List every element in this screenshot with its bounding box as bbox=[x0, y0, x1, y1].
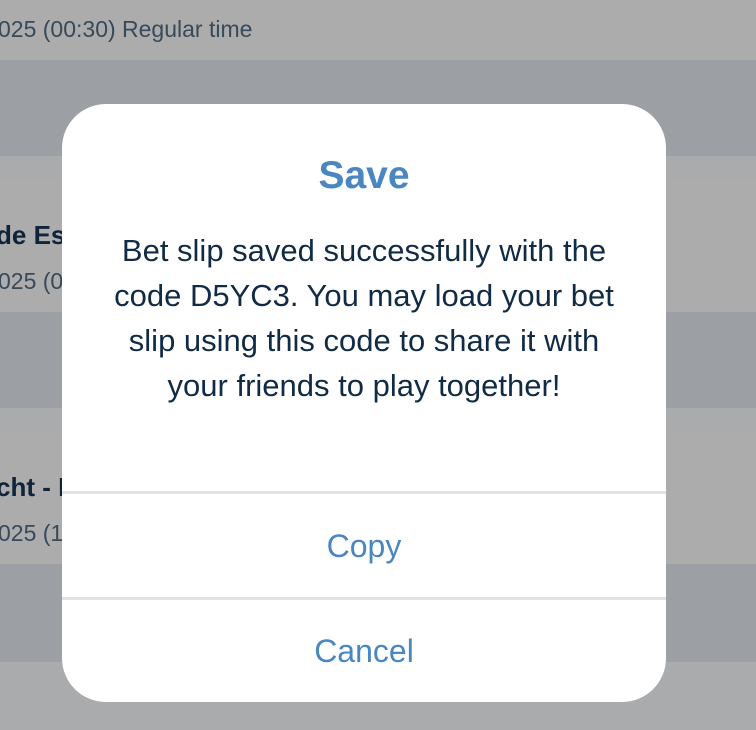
save-dialog: Save Bet slip saved successfully with th… bbox=[62, 104, 666, 702]
match-title-text: de Es bbox=[0, 220, 66, 250]
dialog-title: Save bbox=[318, 154, 410, 197]
match-time-text: 025 (00:30) Regular time bbox=[0, 16, 253, 42]
match-time-text: 025 (0 bbox=[0, 268, 64, 294]
copy-button[interactable]: Copy bbox=[62, 494, 666, 599]
cancel-button[interactable]: Cancel bbox=[62, 600, 666, 702]
dialog-message: Bet slip saved successfully with the cod… bbox=[114, 233, 614, 403]
